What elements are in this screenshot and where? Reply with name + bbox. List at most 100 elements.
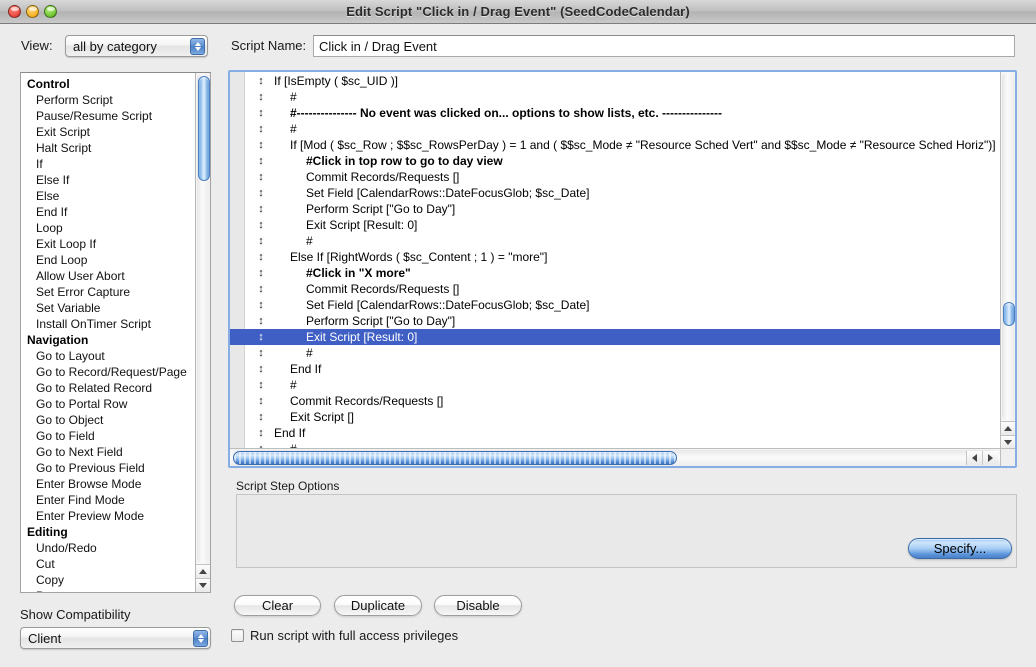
drag-handle-icon[interactable]: ↕ bbox=[255, 153, 267, 169]
script-editor[interactable]: ↕ If [IsEmpty ( $sc_UID )] ↕ # ↕ #-----------… bbox=[228, 70, 1017, 468]
script-line[interactable]: ↕ End If bbox=[230, 425, 1000, 441]
drag-handle-icon[interactable]: ↕ bbox=[255, 185, 267, 201]
script-line[interactable]: ↕ Exit Script [Result: 0] bbox=[230, 217, 1000, 233]
drag-handle-icon[interactable]: ↕ bbox=[255, 313, 267, 329]
script-line[interactable]: ↕ Commit Records/Requests [] bbox=[230, 393, 1000, 409]
steps-scroll-track[interactable] bbox=[197, 73, 210, 564]
zoom-icon[interactable] bbox=[44, 5, 57, 18]
step-list-item[interactable]: Exit Loop If bbox=[21, 236, 197, 252]
step-list-item[interactable]: End If bbox=[21, 204, 197, 220]
script-line[interactable]: ↕ # bbox=[230, 345, 1000, 361]
step-list-item[interactable]: Enter Preview Mode bbox=[21, 508, 197, 524]
script-vertical-scrollbar[interactable] bbox=[1000, 72, 1015, 449]
script-name-input[interactable]: Click in / Drag Event bbox=[313, 35, 1015, 57]
close-icon[interactable] bbox=[8, 5, 21, 18]
step-list-item[interactable]: Go to Layout bbox=[21, 348, 197, 364]
view-select[interactable]: all by category bbox=[65, 35, 208, 57]
script-editor-content[interactable]: ↕ If [IsEmpty ( $sc_UID )] ↕ # ↕ #-----------… bbox=[230, 72, 1000, 449]
step-list-item[interactable]: Set Error Capture bbox=[21, 284, 197, 300]
drag-handle-icon[interactable]: ↕ bbox=[255, 105, 267, 121]
scroll-right-button[interactable] bbox=[982, 451, 998, 465]
step-list-item[interactable]: Enter Browse Mode bbox=[21, 476, 197, 492]
drag-handle-icon[interactable]: ↕ bbox=[255, 329, 267, 345]
steps-list-scrollbar[interactable] bbox=[195, 73, 210, 592]
full-access-checkbox[interactable] bbox=[231, 629, 244, 642]
drag-handle-icon[interactable]: ↕ bbox=[255, 89, 267, 105]
step-list-item[interactable]: Allow User Abort bbox=[21, 268, 197, 284]
drag-handle-icon[interactable]: ↕ bbox=[255, 137, 267, 153]
script-line[interactable]: ↕ # bbox=[230, 233, 1000, 249]
script-steps-list[interactable]: Control Perform Script Pause/Resume Script… bbox=[21, 73, 197, 592]
step-list-item[interactable]: Install OnTimer Script bbox=[21, 316, 197, 332]
script-line[interactable]: ↕ #--------------- No event was clicked o… bbox=[230, 105, 1000, 121]
step-list-item[interactable]: Exit Script bbox=[21, 124, 197, 140]
disable-button[interactable]: Disable bbox=[434, 595, 522, 616]
specify-button[interactable]: Specify... bbox=[908, 538, 1012, 559]
scroll-up-button[interactable] bbox=[196, 564, 210, 578]
scroll-down-button[interactable] bbox=[196, 578, 210, 592]
script-line[interactable]: ↕ Perform Script ["Go to Day"] bbox=[230, 313, 1000, 329]
step-list-item[interactable]: Else bbox=[21, 188, 197, 204]
drag-handle-icon[interactable]: ↕ bbox=[255, 281, 267, 297]
step-list-item[interactable]: End Loop bbox=[21, 252, 197, 268]
step-list-item[interactable]: Cut bbox=[21, 556, 197, 572]
script-line[interactable]: ↕ Commit Records/Requests [] bbox=[230, 281, 1000, 297]
script-hscroll-thumb[interactable] bbox=[233, 451, 677, 465]
drag-handle-icon[interactable]: ↕ bbox=[255, 361, 267, 377]
full-access-checkbox-row[interactable]: Run script with full access privileges bbox=[231, 628, 458, 643]
step-list-item[interactable]: Else If bbox=[21, 172, 197, 188]
script-line[interactable]: ↕ #Click in top row to go to day view bbox=[230, 153, 1000, 169]
steps-scroll-thumb[interactable] bbox=[198, 76, 210, 181]
script-horizontal-scrollbar[interactable] bbox=[230, 448, 1000, 466]
script-line[interactable]: ↕ Else If [RightWords ( $sc_Content ; 1 )… bbox=[230, 249, 1000, 265]
step-list-item[interactable]: Perform Script bbox=[21, 92, 197, 108]
step-list-item[interactable]: Go to Record/Request/Page bbox=[21, 364, 197, 380]
step-list-item[interactable]: Set Variable bbox=[21, 300, 197, 316]
drag-handle-icon[interactable]: ↕ bbox=[255, 73, 267, 89]
step-list-item[interactable]: Go to Field bbox=[21, 428, 197, 444]
script-scroll-up-button[interactable] bbox=[1001, 421, 1015, 435]
script-line[interactable]: ↕ Exit Script [] bbox=[230, 409, 1000, 425]
script-line[interactable]: ↕ Exit Script [Result: 0] bbox=[230, 329, 1000, 345]
drag-handle-icon[interactable]: ↕ bbox=[255, 249, 267, 265]
clear-button[interactable]: Clear bbox=[234, 595, 321, 616]
script-line[interactable]: ↕ # bbox=[230, 89, 1000, 105]
drag-handle-icon[interactable]: ↕ bbox=[255, 233, 267, 249]
script-line[interactable]: ↕ Set Field [CalendarRows::DateFocusGlob;… bbox=[230, 185, 1000, 201]
script-line[interactable]: ↕ Perform Script ["Go to Day"] bbox=[230, 201, 1000, 217]
drag-handle-icon[interactable]: ↕ bbox=[255, 121, 267, 137]
drag-handle-icon[interactable]: ↕ bbox=[255, 265, 267, 281]
script-line[interactable]: ↕ Commit Records/Requests [] bbox=[230, 169, 1000, 185]
drag-handle-icon[interactable]: ↕ bbox=[255, 201, 267, 217]
script-line[interactable]: ↕ # bbox=[230, 377, 1000, 393]
step-list-item[interactable]: If bbox=[21, 156, 197, 172]
step-list-item[interactable]: Go to Object bbox=[21, 412, 197, 428]
step-list-item[interactable]: Go to Related Record bbox=[21, 380, 197, 396]
step-list-item[interactable]: Enter Find Mode bbox=[21, 492, 197, 508]
script-line[interactable]: ↕ If [Mod ( $sc_Row ; $$sc_RowsPerDay ) =… bbox=[230, 137, 1000, 153]
step-list-item[interactable]: Halt Script bbox=[21, 140, 197, 156]
step-list-item[interactable]: Go to Next Field bbox=[21, 444, 197, 460]
drag-handle-icon[interactable]: ↕ bbox=[255, 409, 267, 425]
drag-handle-icon[interactable]: ↕ bbox=[255, 345, 267, 361]
compatibility-select[interactable]: Client bbox=[20, 627, 211, 649]
minimize-icon[interactable] bbox=[26, 5, 39, 18]
drag-handle-icon[interactable]: ↕ bbox=[255, 377, 267, 393]
script-scroll-track[interactable] bbox=[1002, 72, 1015, 421]
script-hscroll-track[interactable] bbox=[231, 450, 999, 465]
step-list-item[interactable]: Loop bbox=[21, 220, 197, 236]
step-list-item[interactable]: Copy bbox=[21, 572, 197, 588]
script-line[interactable]: ↕ Set Field [CalendarRows::DateFocusGlob;… bbox=[230, 297, 1000, 313]
script-line[interactable]: ↕ #Click in "X more" bbox=[230, 265, 1000, 281]
script-line[interactable]: ↕ If [IsEmpty ( $sc_UID )] bbox=[230, 73, 1000, 89]
duplicate-button[interactable]: Duplicate bbox=[334, 595, 422, 616]
script-scroll-thumb[interactable] bbox=[1003, 302, 1015, 326]
drag-handle-icon[interactable]: ↕ bbox=[255, 297, 267, 313]
step-list-item[interactable]: Go to Portal Row bbox=[21, 396, 197, 412]
step-list-item[interactable]: Pause/Resume Script bbox=[21, 108, 197, 124]
step-list-item[interactable]: Paste bbox=[21, 588, 197, 592]
script-line[interactable]: ↕ # bbox=[230, 121, 1000, 137]
script-lines[interactable]: ↕ If [IsEmpty ( $sc_UID )] ↕ # ↕ #-----------… bbox=[230, 73, 1000, 449]
drag-handle-icon[interactable]: ↕ bbox=[255, 425, 267, 441]
step-list-item[interactable]: Undo/Redo bbox=[21, 540, 197, 556]
